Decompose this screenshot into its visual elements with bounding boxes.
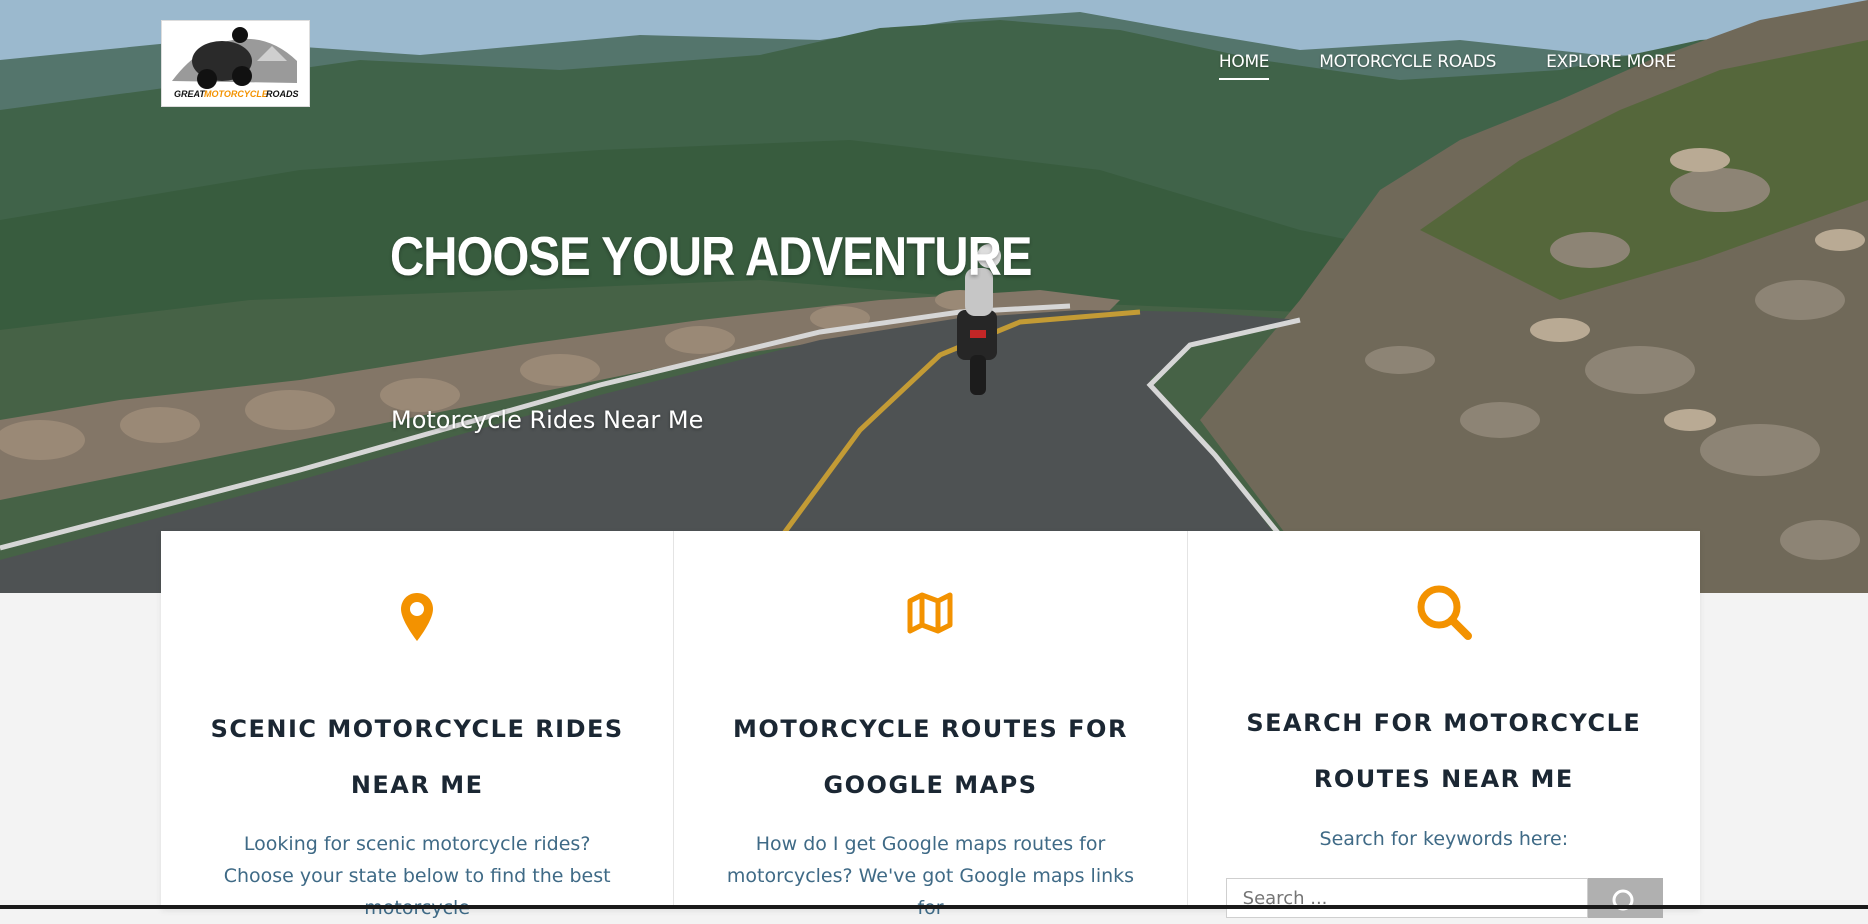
card-search: SEARCH FOR MOTORCYCLE ROUTES NEAR ME Sea… <box>1188 531 1700 918</box>
hero-banner: GREAT MOTORCYCLE ROADS HOME MOTORCYCLE R… <box>0 0 1868 593</box>
svg-text:MOTORCYCLE: MOTORCYCLE <box>204 89 269 99</box>
svg-text:GREAT: GREAT <box>174 89 206 99</box>
svg-text:ROADS: ROADS <box>266 89 299 99</box>
nav-home[interactable]: HOME <box>1218 52 1270 80</box>
search-label: Search for keywords here: <box>1319 828 1569 850</box>
motorcycle-logo-icon: GREAT MOTORCYCLE ROADS <box>172 27 299 99</box>
search-button[interactable] <box>1587 878 1663 918</box>
hero-title: CHOOSE YOUR ADVENTURE <box>390 225 1032 287</box>
search-input[interactable] <box>1226 879 1587 917</box>
nav-explore-more[interactable]: EXPLORE MORE <box>1546 52 1676 80</box>
card-text: How do I get Google maps routes for moto… <box>726 833 1135 919</box>
card-title: SEARCH FOR MOTORCYCLE ROUTES NEAR ME <box>1246 709 1642 793</box>
main-nav: HOME MOTORCYCLE ROADS EXPLORE MORE <box>1218 52 1676 80</box>
feature-cards: SCENIC MOTORCYCLE RIDES NEAR ME Looking … <box>161 531 1700 919</box>
window-bottom-edge <box>0 905 1868 909</box>
card-google-maps: MOTORCYCLE ROUTES FOR GOOGLE MAPS How do… <box>674 531 1188 919</box>
site-logo[interactable]: GREAT MOTORCYCLE ROADS <box>161 20 310 107</box>
folded-map-icon <box>907 591 953 639</box>
search-button-icon <box>1612 889 1634 911</box>
card-title: MOTORCYCLE ROUTES FOR GOOGLE MAPS <box>733 715 1128 799</box>
hero-subtitle: Motorcycle Rides Near Me <box>391 406 704 434</box>
search-icon <box>1415 583 1473 645</box>
card-text: Looking for scenic motorcycle rides? Cho… <box>223 833 611 919</box>
map-marker-icon <box>399 591 435 647</box>
nav-motorcycle-roads[interactable]: MOTORCYCLE ROADS <box>1319 52 1496 80</box>
card-title: SCENIC MOTORCYCLE RIDES NEAR ME <box>210 715 624 799</box>
search-input-wrapper <box>1225 878 1588 918</box>
card-scenic-rides: SCENIC MOTORCYCLE RIDES NEAR ME Looking … <box>161 531 675 919</box>
